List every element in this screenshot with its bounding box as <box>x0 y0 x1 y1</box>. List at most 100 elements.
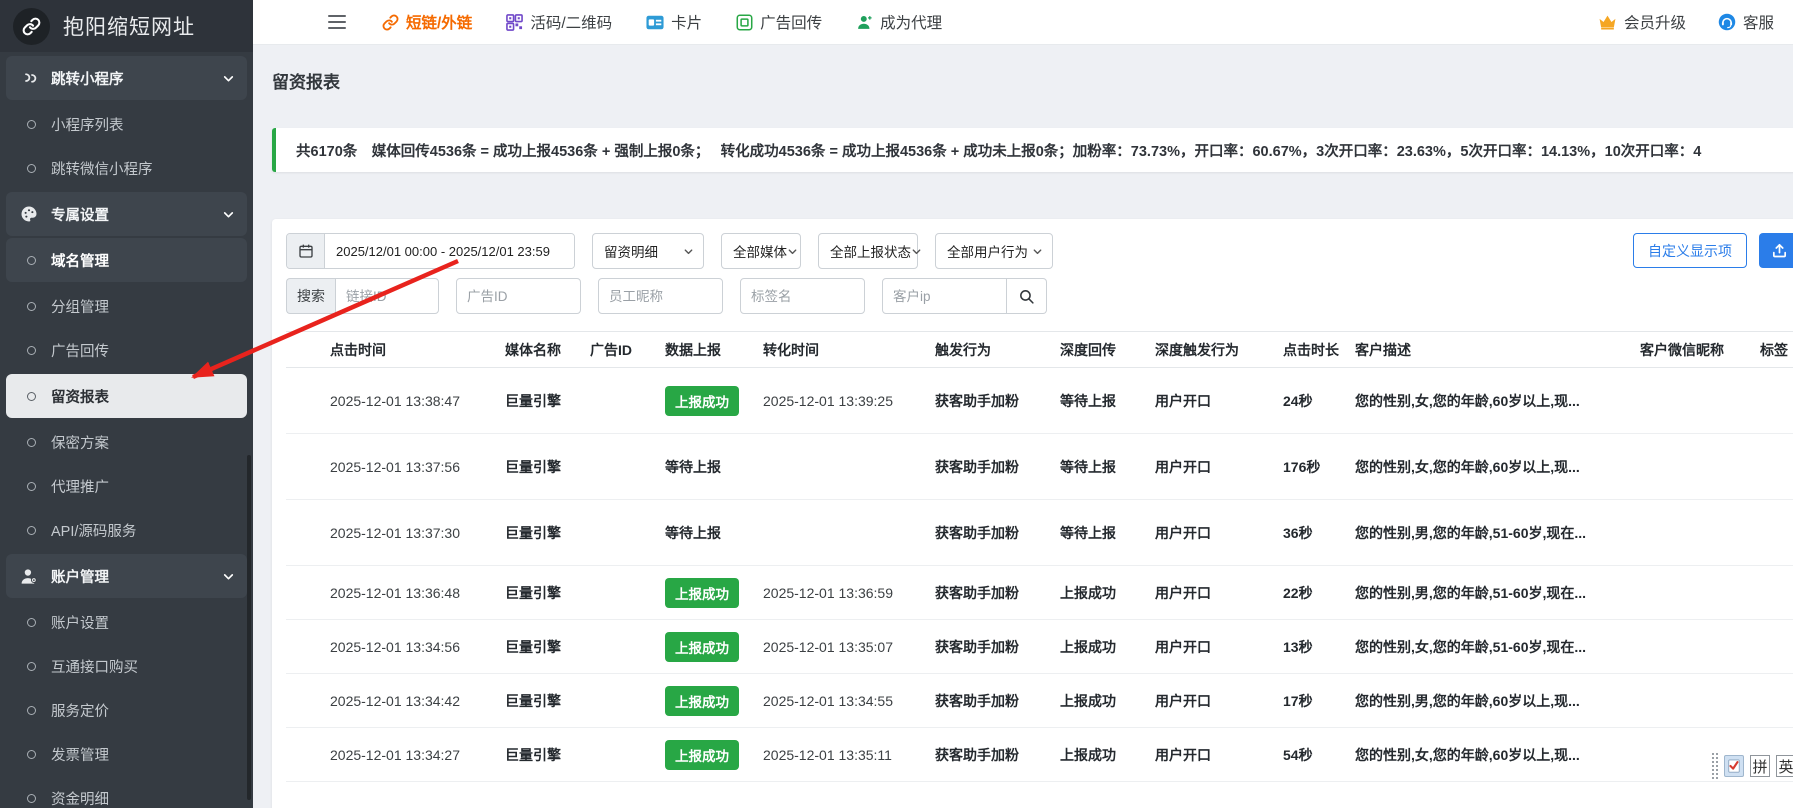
ime-pinyin-toggle[interactable]: 拼 <box>1750 755 1770 777</box>
sidebar-item-label: 发票管理 <box>51 744 109 765</box>
filter-row: 留资明细 全部媒体 全部上报状态 全部用户行为 自定义显示项 <box>286 233 1793 269</box>
cell-trigger: 获客助手加粉 <box>927 674 1052 728</box>
cell-convert_time <box>755 500 927 566</box>
card-icon <box>646 15 664 30</box>
filter-select-留资明细[interactable]: 留资明细 <box>592 233 704 269</box>
sidebar-item-小程序列表[interactable]: 小程序列表 <box>0 102 253 146</box>
filter-selects: 留资明细 全部媒体 全部上报状态 全部用户行为 <box>592 233 1053 269</box>
column-header-媒体名称: 媒体名称 <box>497 332 582 368</box>
search-label: 搜索 <box>286 278 335 314</box>
cell-ad_id <box>582 434 657 500</box>
cell-wechat <box>1632 566 1752 620</box>
customize-columns-button[interactable]: 自定义显示项 <box>1633 233 1747 268</box>
export-button[interactable] <box>1759 233 1793 268</box>
date-range-group <box>286 233 575 269</box>
table-row: 2025-12-01 13:37:56巨量引擎等待上报获客助手加粉等待上报用户开… <box>286 434 1793 500</box>
cell-click_time: 2025-12-01 13:34:42 <box>286 674 497 728</box>
sidebar-item-跳转微信小程序[interactable]: 跳转微信小程序 <box>0 146 253 190</box>
nav-item-卡片[interactable]: 卡片 <box>646 11 702 33</box>
filter-select-全部媒体[interactable]: 全部媒体 <box>721 233 801 269</box>
cell-trigger: 获客助手加粉 <box>927 434 1052 500</box>
search-icon <box>1018 288 1035 305</box>
cell-trigger: 获客助手加粉 <box>927 500 1052 566</box>
select-value: 全部上报状态 <box>830 241 911 261</box>
cell-trigger: 获客助手加粉 <box>927 566 1052 620</box>
cell-deep_trigger: 用户开口 <box>1147 674 1275 728</box>
sidebar-item-代理推广[interactable]: 代理推广 <box>0 464 253 508</box>
cell-media: 巨量引擎 <box>497 566 582 620</box>
chevron-down-icon <box>683 246 694 257</box>
cell-trigger: 获客助手加粉 <box>927 728 1052 782</box>
nav-item-客服[interactable]: 客服 <box>1718 11 1774 33</box>
page-title: 留资报表 <box>272 68 1793 93</box>
cell-deep_trigger: 用户开口 <box>1147 566 1275 620</box>
cell-click_time: 2025-12-01 13:34:27 <box>286 728 497 782</box>
ime-icon[interactable] <box>1724 755 1744 777</box>
sidebar-item-互通接口购买[interactable]: 互通接口购买 <box>0 644 253 688</box>
date-range-input[interactable] <box>325 234 574 268</box>
search-input-客户ip[interactable] <box>882 278 1007 314</box>
chevron-down-icon <box>222 72 235 85</box>
filter-select-全部上报状态[interactable]: 全部上报状态 <box>818 233 918 269</box>
report-table-wrap: 点击时间媒体名称广告ID数据上报转化时间触发行为深度回传深度触发行为点击时长客户… <box>286 331 1793 782</box>
nav-item-短链/外链[interactable]: 短链/外链 <box>382 11 472 33</box>
cell-desc: 您的性别,女,您的年龄,51-60岁,现在... <box>1347 620 1632 674</box>
search-button[interactable] <box>1007 278 1047 314</box>
sidebar-item-label: 分组管理 <box>51 296 109 317</box>
table-row: 2025-12-01 13:36:48巨量引擎上报成功2025-12-01 13… <box>286 566 1793 620</box>
nav-item-label: 客服 <box>1743 11 1774 33</box>
cell-trigger: 获客助手加粉 <box>927 620 1052 674</box>
sidebar-item-广告回传[interactable]: 广告回传 <box>0 328 253 372</box>
sidebar-item-账户设置[interactable]: 账户设置 <box>0 600 253 644</box>
chevron-down-icon <box>1032 246 1043 257</box>
cell-ad_id <box>582 500 657 566</box>
sidebar-item-发票管理[interactable]: 发票管理 <box>0 732 253 776</box>
sidebar-item-域名管理[interactable]: 域名管理 <box>6 238 247 282</box>
search-input-标签名[interactable] <box>740 278 865 314</box>
sidebar-item-保密方案[interactable]: 保密方案 <box>0 420 253 464</box>
sidebar-group-账户管理[interactable]: 账户管理 <box>6 554 247 598</box>
cell-media: 巨量引擎 <box>497 500 582 566</box>
cell-tag <box>1752 620 1793 674</box>
calendar-icon[interactable] <box>287 234 325 268</box>
export-icon <box>1771 242 1788 259</box>
cell-report: 等待上报 <box>657 500 755 566</box>
search-input-员工昵称[interactable] <box>598 278 723 314</box>
chevron-down-icon <box>222 570 235 583</box>
bullet-icon <box>27 618 36 627</box>
search-input-广告ID[interactable] <box>456 278 581 314</box>
miniprogram-icon <box>18 69 40 87</box>
sidebar-item-API/源码服务[interactable]: API/源码服务 <box>0 508 253 552</box>
cell-desc: 您的性别,男,您的年龄,51-60岁,现在... <box>1347 566 1632 620</box>
cell-deep_report: 等待上报 <box>1052 500 1147 566</box>
top-navbar: 短链/外链 活码/二维码 卡片 广告回传 成为代理 会员升级 客服 <box>253 0 1793 45</box>
cell-duration: 176秒 <box>1275 434 1347 500</box>
sidebar-group-跳转小程序[interactable]: 跳转小程序 <box>6 56 247 100</box>
report-table: 点击时间媒体名称广告ID数据上报转化时间触发行为深度回传深度触发行为点击时长客户… <box>286 331 1793 782</box>
bullet-icon <box>27 438 36 447</box>
cell-click_time: 2025-12-01 13:37:30 <box>286 500 497 566</box>
nav-item-成为代理[interactable]: 成为代理 <box>856 11 942 33</box>
table-row: 2025-12-01 13:38:47巨量引擎上报成功2025-12-01 13… <box>286 368 1793 434</box>
nav-item-活码/二维码[interactable]: 活码/二维码 <box>506 11 612 33</box>
sidebar-scrollbar[interactable] <box>247 455 251 800</box>
sidebar-group-专属设置[interactable]: 专属设置 <box>6 192 247 236</box>
sidebar-item-留资报表[interactable]: 留资报表 <box>6 374 247 418</box>
sidebar-item-服务定价[interactable]: 服务定价 <box>0 688 253 732</box>
nav-item-会员升级[interactable]: 会员升级 <box>1598 11 1686 33</box>
chain-link-icon <box>13 8 50 45</box>
cell-duration: 13秒 <box>1275 620 1347 674</box>
summary-alert: 共6170条 媒体回传4536条 = 成功上报4536条 + 强制上报0条； 转… <box>272 128 1793 172</box>
cell-click_time: 2025-12-01 13:36:48 <box>286 566 497 620</box>
hamburger-icon[interactable] <box>328 15 346 30</box>
search-input-链接ID[interactable] <box>335 278 439 314</box>
sidebar-item-资金明细[interactable]: 资金明细 <box>0 776 253 808</box>
cell-deep_trigger: 用户开口 <box>1147 500 1275 566</box>
ime-english-toggle[interactable]: 英 <box>1776 755 1793 777</box>
sidebar-item-分组管理[interactable]: 分组管理 <box>0 284 253 328</box>
filter-select-全部用户行为[interactable]: 全部用户行为 <box>935 233 1053 269</box>
ime-drag-handle[interactable] <box>1712 753 1718 779</box>
cell-click_time: 2025-12-01 13:37:56 <box>286 434 497 500</box>
sidebar-item-label: 留资报表 <box>51 386 109 407</box>
nav-item-广告回传[interactable]: 广告回传 <box>736 11 822 33</box>
